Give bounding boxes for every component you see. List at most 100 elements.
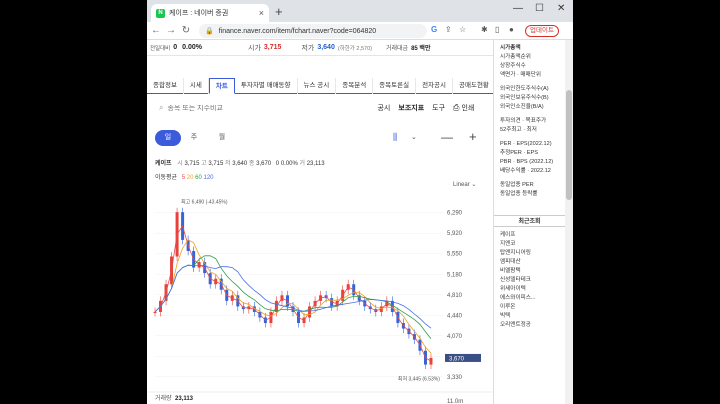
print-link[interactable]: 인쇄 bbox=[461, 103, 474, 113]
foreign-block: 외국인한도주식수(A) 외국인보유주식수(B) 외국인소진율(B/A) bbox=[494, 85, 565, 112]
tab-title: 케이프 : 네이버 증권 bbox=[169, 10, 229, 17]
zoom-out-icon[interactable]: — bbox=[441, 130, 453, 144]
scrollbar-thumb[interactable] bbox=[566, 90, 572, 200]
menu-tab[interactable]: 종목토론실 bbox=[373, 78, 417, 94]
price-summary-bar: 전일대비 0 0.00% 시가 3,715 저가 3,640 (하한가 2,57… bbox=[147, 40, 493, 56]
browser-window: N 케이프 : 네이버 증권 × + — ☐ ✕ ← → ↻ 🔒 finance… bbox=[147, 0, 573, 404]
low-label: 저가 bbox=[301, 44, 315, 52]
menu-tab[interactable]: 종합정보 bbox=[147, 78, 184, 94]
low-label: 저 bbox=[225, 161, 231, 167]
recent-item[interactable]: 빅텍 bbox=[494, 312, 565, 321]
menu-tab[interactable]: 종목분석 bbox=[336, 78, 374, 94]
recent-item[interactable]: 지엔코 bbox=[494, 240, 565, 249]
chart-tools-row: ⌕ 공시 보조지표 도구 ⎙ 인쇄 bbox=[147, 100, 493, 116]
ma-60[interactable]: 60 bbox=[195, 175, 202, 181]
stock-menu: 종합정보 시세 차트 투자자별 매매동향 뉴스 공시 종목분석 종목토론실 전자공시 공매도현황 bbox=[147, 78, 493, 94]
sector-block: 동일업종 PER 동일업종 등락률 bbox=[494, 181, 565, 199]
forward-icon[interactable]: → bbox=[165, 25, 177, 36]
menu-tab[interactable]: 시세 bbox=[184, 78, 209, 94]
menu-tab[interactable]: 뉴스 공시 bbox=[298, 78, 337, 94]
period-month-button[interactable]: 월 bbox=[209, 130, 235, 146]
print-icon[interactable]: ⎙ bbox=[453, 103, 459, 113]
low-value: 3,640 bbox=[232, 161, 248, 167]
menu-tab[interactable]: 공매도현황 bbox=[453, 78, 493, 94]
new-tab-icon[interactable]: + bbox=[275, 4, 283, 20]
disclosure-link[interactable]: 공시 bbox=[377, 103, 390, 113]
period-selector: 일 주 월 ⫼ ⌄ — + bbox=[147, 129, 493, 146]
info-row: 투자의견 · 목표주가 bbox=[500, 118, 547, 124]
menu-tab[interactable]: 차트 bbox=[208, 78, 235, 94]
menu-tab[interactable]: 전자공시 bbox=[416, 78, 453, 94]
ma-20[interactable]: 20 bbox=[187, 175, 194, 181]
vol-label: 거 bbox=[299, 161, 306, 167]
indicator-link[interactable]: 보조지표 bbox=[398, 103, 424, 113]
y-tick-label: 6,290 bbox=[447, 211, 463, 217]
open-value: 3,715 bbox=[263, 44, 282, 51]
info-row: 52주최고 · 최저 bbox=[500, 127, 537, 133]
bookmark-star-icon[interactable]: ☆ bbox=[459, 25, 466, 34]
volume-value: 23,113 bbox=[175, 396, 194, 402]
maximize-icon[interactable]: ☐ bbox=[535, 3, 544, 14]
last-price-label: 3,670 bbox=[449, 356, 465, 362]
compare-search-input[interactable] bbox=[167, 104, 308, 112]
extensions-icon[interactable]: ✱ bbox=[481, 25, 488, 34]
recent-item[interactable]: 엠피대산 bbox=[494, 258, 565, 267]
minimize-icon[interactable]: — bbox=[513, 3, 523, 14]
close-value: 3,670 bbox=[256, 161, 272, 167]
profile-icon[interactable]: ● bbox=[509, 25, 514, 34]
price-chart[interactable]: 6,2905,9205,5505,1804,8104,4404,0703,700… bbox=[147, 184, 493, 404]
high-value: 3,715 bbox=[208, 161, 224, 167]
opinion-block: 투자의견 · 목표주가 52주최고 · 최저 bbox=[494, 117, 565, 135]
low-limit: (하한가 2,570) bbox=[337, 45, 372, 52]
vol-value: 23,113 bbox=[306, 161, 325, 167]
recent-item[interactable]: 신성델타테크 bbox=[494, 276, 565, 285]
menu-tab[interactable]: 투자자별 매매동향 bbox=[235, 78, 298, 94]
google-icon[interactable]: G bbox=[431, 25, 437, 34]
low-value: 3,640 bbox=[317, 44, 335, 51]
zoom-in-icon[interactable]: + bbox=[469, 129, 477, 144]
back-icon[interactable]: ← bbox=[150, 25, 162, 36]
info-row: 외국인소진율(B/A) bbox=[500, 104, 544, 110]
recent-item[interactable]: 케이프 bbox=[494, 231, 565, 240]
change-value: 0 bbox=[173, 44, 178, 51]
share-icon[interactable]: ⇪ bbox=[445, 25, 452, 34]
high-label: 고 bbox=[201, 161, 207, 167]
moving-average-legend: 이동평균 5 20 60 120 bbox=[155, 172, 214, 181]
update-button[interactable]: 업데이트 bbox=[525, 25, 559, 37]
browser-tab[interactable]: N 케이프 : 네이버 증권 × bbox=[151, 4, 269, 22]
volume-label: 거래량 bbox=[155, 394, 172, 402]
y-tick-label: 4,070 bbox=[447, 334, 463, 340]
info-row: PER · EPS(2022.12) bbox=[500, 141, 552, 147]
ma-120[interactable]: 120 bbox=[204, 175, 214, 181]
valuation-block: PER · EPS(2022.12) 추정PER · EPS PBR · BPS (… bbox=[494, 140, 565, 176]
open-label: 시가 bbox=[248, 44, 261, 52]
recent-item[interactable]: 에스와이피스... bbox=[494, 294, 565, 303]
tools-link[interactable]: 도구 bbox=[432, 103, 445, 113]
sidepanel-icon[interactable]: ▯ bbox=[495, 25, 499, 34]
reload-icon[interactable]: ↻ bbox=[180, 25, 192, 36]
recent-item[interactable]: 비엘팜텍 bbox=[494, 267, 565, 276]
market-cap-block: 시가총액 시가총액순위 상장주식수 액면가 · 매매단위 bbox=[494, 44, 565, 80]
info-row: 추정PER · EPS bbox=[500, 150, 538, 156]
period-day-button[interactable]: 일 bbox=[155, 130, 181, 146]
scrollbar[interactable] bbox=[565, 40, 573, 404]
address-bar[interactable]: 🔒 finance.naver.com/item/fchart.naver?co… bbox=[199, 24, 427, 38]
recent-item[interactable]: 이루온 bbox=[494, 303, 565, 312]
volume-amount-value: 85 백만 bbox=[411, 46, 431, 52]
close-window-icon[interactable]: ✕ bbox=[557, 3, 565, 14]
close-tab-icon[interactable]: × bbox=[259, 8, 264, 18]
y-tick-label: 5,550 bbox=[447, 252, 463, 258]
chevron-down-icon[interactable]: ⌄ bbox=[411, 133, 417, 141]
naver-favicon-icon: N bbox=[156, 8, 165, 18]
open-value: 3,715 bbox=[184, 161, 200, 167]
recent-item[interactable]: 탑엔지니어링 bbox=[494, 249, 565, 258]
period-week-button[interactable]: 주 bbox=[181, 130, 207, 146]
stock-info-sidebar: 시가총액 시가총액순위 상장주식수 액면가 · 매매단위 외국인한도주식수(A) 외국인… bbox=[493, 40, 565, 404]
volume-amount-label: 거래대금 bbox=[386, 46, 409, 52]
recent-item[interactable]: 위세아이텍 bbox=[494, 285, 565, 294]
ma-line-20 bbox=[154, 239, 432, 354]
ma-5[interactable]: 5 bbox=[182, 175, 185, 181]
ma-label: 이동평균 bbox=[155, 175, 178, 181]
candle-type-icon[interactable]: ⫼ bbox=[393, 132, 397, 143]
recent-item[interactable]: 오리엔트정공 bbox=[494, 321, 565, 330]
